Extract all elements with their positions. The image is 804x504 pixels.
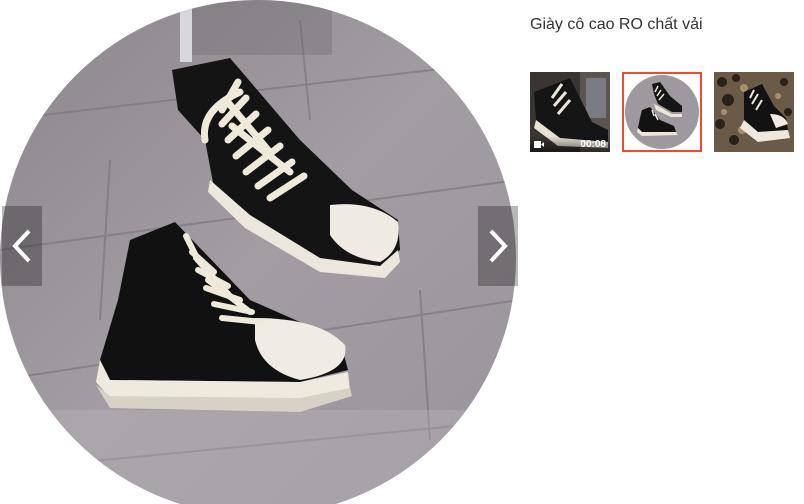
thumbnail-image-3[interactable]: [714, 72, 794, 152]
chevron-left-icon: [12, 229, 31, 263]
gallery-prev-button[interactable]: [2, 206, 42, 286]
product-page: Giày cô cao RO chất vải 00:08: [0, 0, 804, 504]
thumbnail-selected[interactable]: [622, 72, 702, 152]
video-badge: 00:08: [530, 136, 610, 152]
product-title: Giày cô cao RO chất vải: [530, 16, 703, 33]
video-duration: 00:08: [580, 138, 606, 150]
chevron-right-icon: [489, 229, 508, 263]
main-product-image: [0, 0, 518, 504]
gallery-next-button[interactable]: [478, 206, 518, 286]
thumbnail-image: [624, 74, 700, 150]
video-camera-icon: [534, 140, 544, 148]
thumbnail-image: [714, 72, 794, 152]
thumbnail-video[interactable]: 00:08: [530, 72, 610, 152]
shoe-photo: [0, 0, 516, 504]
thumbnail-strip: 00:08: [530, 72, 800, 152]
